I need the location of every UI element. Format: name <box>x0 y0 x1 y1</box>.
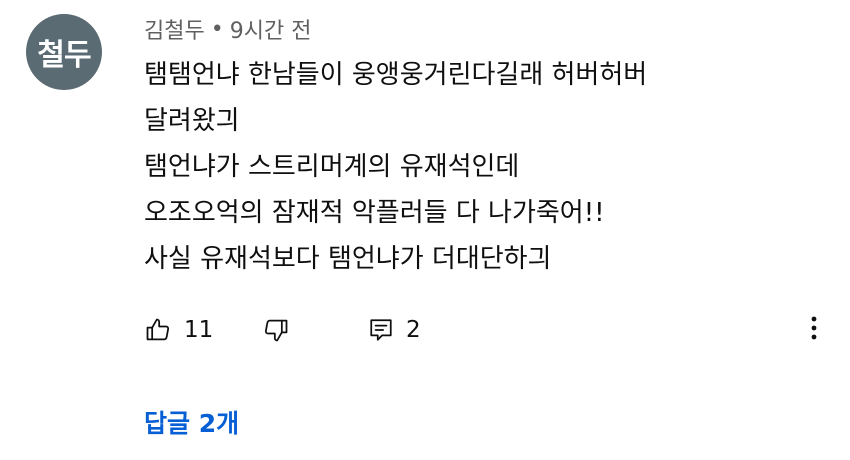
comment-line: 탬탬언냐 한남들이 웅앵웅거린다길래 허버허버 <box>144 60 648 90</box>
more-vertical-icon <box>810 315 818 345</box>
dislike-button[interactable] <box>262 310 290 350</box>
comment-actions: 11 2 <box>144 310 834 350</box>
like-count: 11 <box>184 317 214 343</box>
comment-body: 탬탬언냐 한남들이 웅앵웅거린다길래 허버허버 달려왔긔 탬언냐가 스트리머계의… <box>144 52 824 282</box>
like-button[interactable]: 11 <box>144 310 213 350</box>
reply-count: 2 <box>406 317 421 343</box>
thumbs-down-icon <box>262 316 290 344</box>
author-name[interactable]: 김철두 <box>144 13 205 45</box>
reply-button[interactable]: 2 <box>368 310 421 350</box>
comment-line: 사실 유재석보다 탬언냐가 더대단하긔 <box>144 244 552 274</box>
comment-meta: 김철두 • 9시간 전 <box>144 12 311 46</box>
comment-thread: 철두 김철두 • 9시간 전 탬탬언냐 한남들이 웅앵웅거린다길래 허버허버 달… <box>0 0 850 460</box>
comment-line: 달려왔긔 <box>144 106 240 136</box>
more-options-button[interactable] <box>802 310 826 350</box>
view-replies-link[interactable]: 답글 2개 <box>144 402 239 442</box>
reply-comment-icon <box>368 317 394 343</box>
comment-timestamp[interactable]: 9시간 전 <box>230 13 312 45</box>
thumbs-up-icon <box>144 316 172 344</box>
comment-line: 오조오억의 잠재적 악플러들 다 나가죽어!! <box>144 198 605 228</box>
comment-line: 탬언냐가 스트리머계의 유재석인데 <box>144 152 520 182</box>
avatar-text: 철두 <box>37 38 91 73</box>
meta-separator: • <box>210 16 224 42</box>
avatar[interactable]: 철두 <box>26 14 102 90</box>
